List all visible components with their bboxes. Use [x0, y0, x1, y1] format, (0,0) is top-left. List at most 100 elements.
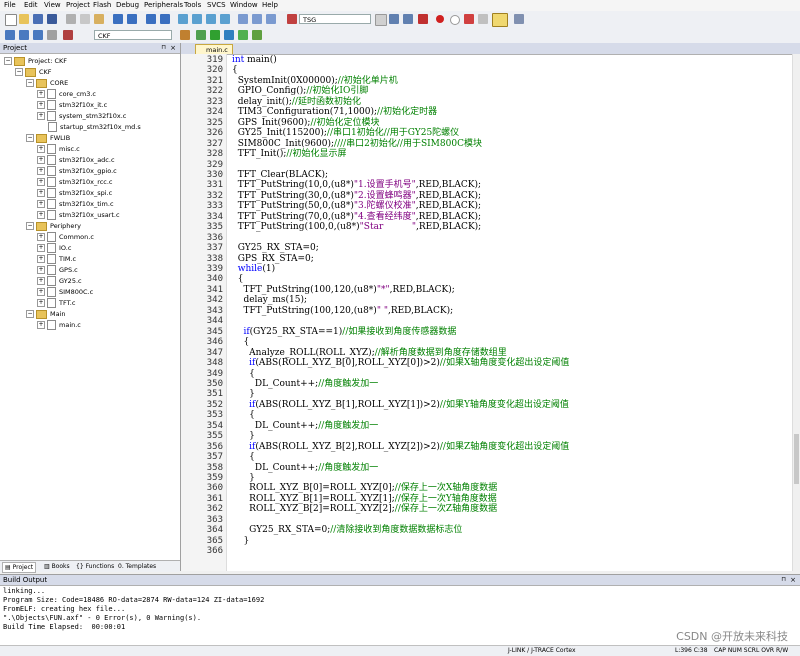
- save-icon[interactable]: [33, 14, 43, 24]
- copy-icon[interactable]: [80, 14, 90, 24]
- batch-build-icon[interactable]: [47, 30, 57, 40]
- editor-vertical-scrollbar[interactable]: [792, 54, 800, 571]
- code-line[interactable]: if(ABS(ROLL_XYZ_B[0],ROLL_XYZ[0])>2)//如果…: [232, 358, 569, 369]
- tree-file[interactable]: + SIM800C.c: [37, 287, 93, 297]
- code-line[interactable]: TFT_PutString(100,120,(u8*)"*",RED,BLACK…: [232, 285, 454, 296]
- code-line[interactable]: GPIO_Config();//初始化IO引脚: [232, 86, 369, 97]
- tree-file[interactable]: + stm32f10x_spi.c: [37, 188, 112, 198]
- expand-icon[interactable]: +: [37, 200, 45, 208]
- code-line[interactable]: delay_init();//延时函数初始化: [232, 97, 361, 108]
- download-icon[interactable]: [63, 30, 73, 40]
- collapse-icon[interactable]: −: [26, 222, 34, 230]
- build-icon[interactable]: [19, 30, 29, 40]
- scrollbar-thumb[interactable]: [794, 434, 799, 484]
- code-line[interactable]: ROLL_XYZ_B[1]=ROLL_XYZ[1];//保存上一次Y轴角度数据: [232, 494, 497, 505]
- tab-books[interactable]: ▥ Books: [42, 562, 72, 571]
- code-line[interactable]: ROLL_XYZ_B[2]=ROLL_XYZ[2];//保存上一次Z轴角度数据: [232, 504, 497, 515]
- code-line[interactable]: if(GY25_RX_STA==1)//如果接收到角度传感器数据: [232, 327, 456, 338]
- bookmark-next-icon[interactable]: [206, 14, 216, 24]
- tree-file[interactable]: + GPS.c: [37, 265, 78, 275]
- expand-icon[interactable]: +: [37, 156, 45, 164]
- code-line[interactable]: delay_ms(15);: [232, 295, 307, 306]
- expand-icon[interactable]: +: [37, 90, 45, 98]
- cut-icon[interactable]: [66, 14, 76, 24]
- code-text-area[interactable]: int main(){ SystemInit(0X00000);//初始化单片机…: [227, 54, 793, 571]
- expand-icon[interactable]: +: [37, 211, 45, 219]
- expand-icon[interactable]: +: [37, 255, 45, 263]
- tree-file[interactable]: + stm32f10x_it.c: [37, 100, 107, 110]
- code-line[interactable]: while(1): [232, 264, 275, 275]
- select-packs-icon[interactable]: [252, 30, 262, 40]
- debug-start-icon[interactable]: [418, 14, 428, 24]
- code-line[interactable]: SIM800C_Init(9600);////串口2初始化//用于SIM800C…: [232, 139, 482, 150]
- expand-icon[interactable]: +: [37, 299, 45, 307]
- code-line[interactable]: {: [232, 410, 255, 421]
- configure-icon[interactable]: [514, 14, 524, 24]
- breakpoint-disable-icon[interactable]: [450, 15, 460, 25]
- menu-tools[interactable]: Tools: [184, 1, 201, 9]
- menu-project[interactable]: Project: [66, 1, 90, 9]
- code-line[interactable]: {: [232, 274, 244, 285]
- tree-file[interactable]: startup_stm32f10x_md.s: [48, 122, 141, 132]
- tree-group-fwlib[interactable]: − FWLIB: [26, 133, 70, 143]
- file-extensions-icon[interactable]: [196, 30, 206, 40]
- code-line[interactable]: ROLL_XYZ_B[0]=ROLL_XYZ[0];//保存上一次X轴角度数据: [232, 483, 497, 494]
- breakpoint-icon[interactable]: [436, 15, 444, 23]
- code-line[interactable]: {: [232, 337, 249, 348]
- find-in-files-icon[interactable]: [389, 14, 399, 24]
- expand-icon[interactable]: +: [37, 189, 45, 197]
- menu-view[interactable]: View: [44, 1, 61, 9]
- code-line[interactable]: DL_Count++;//角度触发加一: [232, 379, 378, 390]
- tree-target[interactable]: − CKF: [15, 67, 52, 77]
- new-file-icon[interactable]: [5, 14, 17, 26]
- tab-main-c[interactable]: main.c: [195, 44, 233, 54]
- expand-icon[interactable]: +: [37, 277, 45, 285]
- code-line[interactable]: int main(): [232, 55, 277, 66]
- code-line[interactable]: GY25_RX_STA=0;//清除接收到角度数据数据标志位: [232, 525, 462, 536]
- menu-file[interactable]: File: [4, 1, 16, 9]
- tree-file[interactable]: + Common.c: [37, 232, 94, 242]
- code-line[interactable]: {: [232, 65, 238, 76]
- code-line[interactable]: TFT_PutString(50,0,(u8*)"3.陀螺仪校准",RED,BL…: [232, 201, 481, 212]
- comment-icon[interactable]: [266, 14, 276, 24]
- breakpoint-clear-icon[interactable]: [478, 14, 488, 24]
- bookmark-icon[interactable]: [178, 14, 188, 24]
- tree-file[interactable]: + system_stm32f10x.c: [37, 111, 126, 121]
- unindent-icon[interactable]: [252, 14, 262, 24]
- tab-functions[interactable]: {} Functions: [74, 562, 116, 571]
- tree-file[interactable]: + TIM.c: [37, 254, 76, 264]
- save-all-icon[interactable]: [47, 14, 57, 24]
- tree-file[interactable]: + IO.c: [37, 243, 71, 253]
- rebuild-icon[interactable]: [33, 30, 43, 40]
- menu-window[interactable]: Window: [230, 1, 258, 9]
- code-line[interactable]: DL_Count++;//角度触发加一: [232, 463, 378, 474]
- menu-flash[interactable]: Flash: [93, 1, 111, 9]
- tab-project[interactable]: ▤ Project: [2, 562, 37, 573]
- find-icon[interactable]: [287, 14, 297, 24]
- tree-file[interactable]: + TFT.c: [37, 298, 75, 308]
- code-line[interactable]: TFT_PutString(100,120,(u8*)" ",RED,BLACK…: [232, 306, 453, 317]
- nav-forward-icon[interactable]: [160, 14, 170, 24]
- expand-icon[interactable]: +: [37, 101, 45, 109]
- undo-icon[interactable]: [113, 14, 123, 24]
- code-line[interactable]: TFT_PutString(70,0,(u8*)"4.查看经纬度",RED,BL…: [232, 212, 481, 223]
- menu-peripherals[interactable]: Peripherals: [144, 1, 183, 9]
- code-line[interactable]: if(ABS(ROLL_XYZ_B[2],ROLL_XYZ[2])>2)//如果…: [232, 442, 569, 453]
- code-line[interactable]: {: [232, 369, 255, 380]
- tree-project-root[interactable]: − Project: CKF: [4, 56, 67, 66]
- expand-icon[interactable]: +: [37, 321, 45, 329]
- close-icon[interactable]: ×: [170, 43, 176, 53]
- code-line[interactable]: }: [232, 431, 255, 442]
- indent-icon[interactable]: [238, 14, 248, 24]
- close-icon[interactable]: ×: [790, 575, 796, 585]
- target-options-icon[interactable]: [180, 30, 190, 40]
- rte-icon[interactable]: [224, 30, 234, 40]
- code-line[interactable]: TFT_Init();//初始化显示屏: [232, 149, 347, 160]
- redo-icon[interactable]: [127, 14, 137, 24]
- collapse-icon[interactable]: −: [4, 57, 12, 65]
- expand-icon[interactable]: +: [37, 167, 45, 175]
- code-line[interactable]: TFT_PutString(30,0,(u8*)"2.设置蜂鸣器",RED,BL…: [232, 191, 481, 202]
- code-line[interactable]: TFT_PutString(10,0,(u8*)"1.设置手机号",RED,BL…: [232, 180, 481, 191]
- code-line[interactable]: DL_Count++;//角度触发加一: [232, 421, 378, 432]
- window-layout-icon[interactable]: [492, 13, 508, 27]
